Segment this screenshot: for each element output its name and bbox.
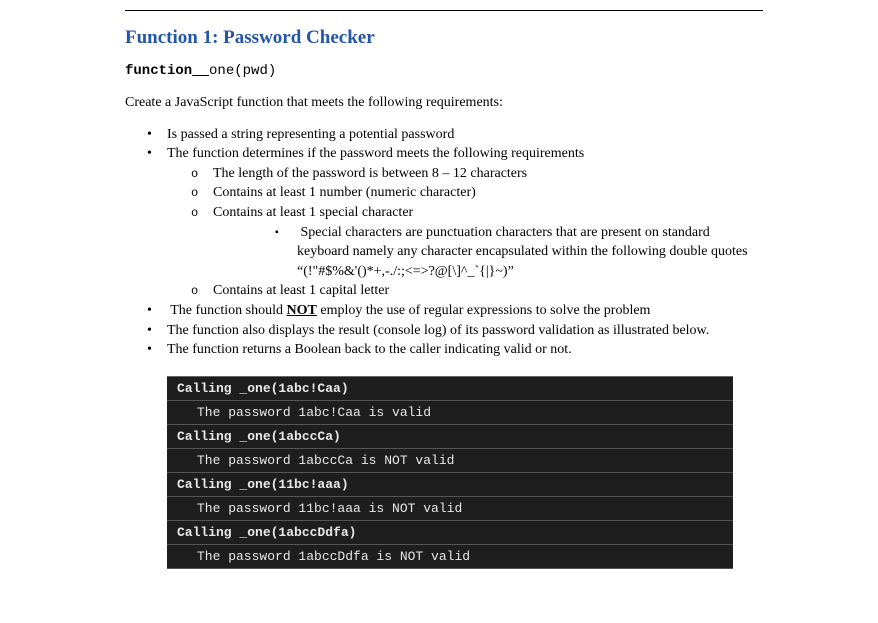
heading-function-1: Function 1: Password Checker — [125, 27, 763, 49]
bullet-text: The function also displays the result (c… — [167, 323, 709, 338]
list-item: The function returns a Boolean back to t… — [167, 340, 763, 360]
bullet-text: Contains at least 1 special character — [213, 205, 413, 220]
special-chars-string: “(!"#$%&'()*+,-./:;<=>?@[\]^_`{|}~)” — [297, 264, 514, 279]
list-item: Contains at least 1 special character Sp… — [213, 203, 763, 281]
requirements-list: Is passed a string representing a potent… — [125, 125, 763, 360]
keyword-function: function — [125, 63, 192, 79]
list-item: The function determines if the password … — [167, 144, 763, 301]
list-item: The function should NOT employ the use o… — [167, 301, 763, 321]
bullet-text: The length of the password is between 8 … — [213, 166, 527, 181]
terminal-output: Calling _one(1abc!Caa) The password 1abc… — [167, 376, 733, 569]
special-char-detail-list: Special characters are punctuation chara… — [213, 223, 763, 282]
bullet-text: employ the use of regular expressions to… — [317, 303, 651, 318]
underscore: _ — [192, 63, 209, 79]
not-emphasis: NOT — [287, 303, 317, 318]
list-item: The length of the password is between 8 … — [213, 164, 763, 184]
terminal-row: The password 11bc!aaa is NOT valid — [167, 497, 733, 521]
bullet-text: The function returns a Boolean back to t… — [167, 342, 572, 357]
list-item: Is passed a string representing a potent… — [167, 125, 763, 145]
bullet-text: Special characters are punctuation chara… — [297, 225, 748, 260]
top-rule — [125, 10, 763, 11]
bullet-text: The function should — [170, 303, 286, 318]
terminal-row: Calling _one(1abccCa) — [167, 425, 733, 449]
bullet-text: Is passed a string representing a potent… — [167, 127, 454, 142]
bullet-text: The function determines if the password … — [167, 146, 584, 161]
list-item: Contains at least 1 capital letter — [213, 281, 763, 301]
list-item: Contains at least 1 number (numeric char… — [213, 183, 763, 203]
terminal-row: Calling _one(11bc!aaa) — [167, 473, 733, 497]
terminal-row: The password 1abccCa is NOT valid — [167, 449, 733, 473]
sig-rest: one(pwd) — [209, 63, 276, 79]
intro-text: Create a JavaScript function that meets … — [125, 93, 763, 113]
terminal-row: The password 1abccDdfa is NOT valid — [167, 545, 733, 569]
terminal-row: Calling _one(1abc!Caa) — [167, 377, 733, 401]
terminal-row: The password 1abc!Caa is valid — [167, 401, 733, 425]
terminal-row: Calling _one(1abccDdfa) — [167, 521, 733, 545]
bullet-text: Contains at least 1 capital letter — [213, 283, 389, 298]
list-item: The function also displays the result (c… — [167, 321, 763, 341]
list-item: Special characters are punctuation chara… — [297, 223, 763, 282]
bullet-text: Contains at least 1 number (numeric char… — [213, 185, 476, 200]
function-signature: function _one(pwd) — [125, 63, 763, 79]
sub-requirements-list: The length of the password is between 8 … — [167, 164, 763, 301]
